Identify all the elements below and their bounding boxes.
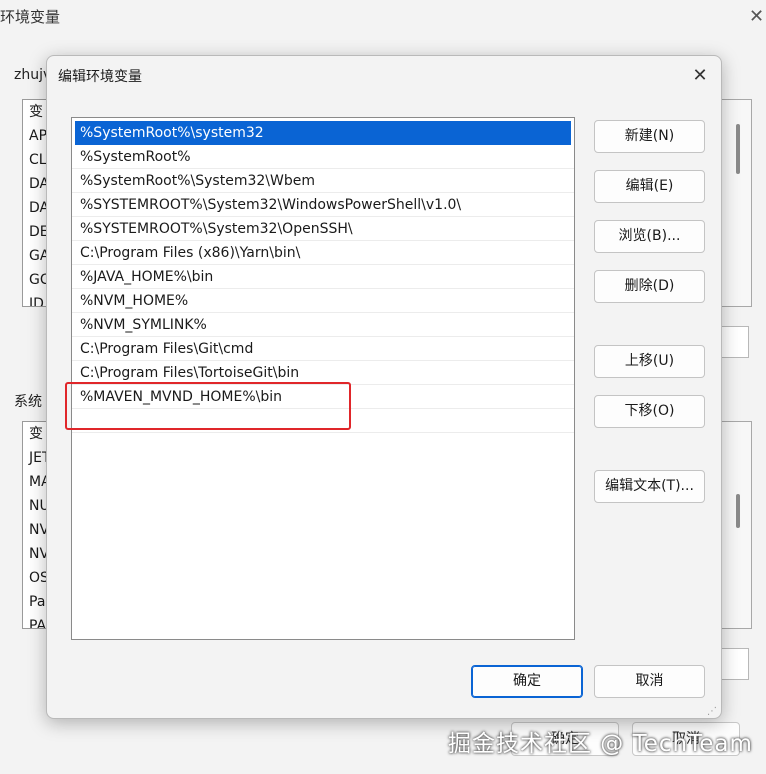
edit-env-variable-dialog: 编辑环境变量 ✕ %SystemRoot%\system32 %SystemRo… — [46, 55, 722, 719]
path-list[interactable]: %SystemRoot%\system32 %SystemRoot% %Syst… — [71, 117, 575, 640]
list-item[interactable]: MA — [23, 470, 46, 494]
path-item[interactable]: %SYSTEMROOT%\System32\OpenSSH\ — [72, 217, 574, 241]
dialog-title: 编辑环境变量 — [58, 69, 142, 85]
list-item[interactable]: DA — [23, 196, 46, 220]
system-variables-label: 系统 — [14, 394, 42, 410]
path-item[interactable]: C:\Program Files\Git\cmd — [72, 337, 574, 361]
cancel-button[interactable]: 取消 — [594, 665, 705, 698]
list-item[interactable]: DE — [23, 220, 46, 244]
scrollbar-thumb[interactable] — [736, 124, 740, 174]
highlight-annotation — [65, 382, 351, 430]
list-item[interactable]: 变 — [23, 422, 46, 446]
system-variables-scrollbar[interactable] — [722, 421, 752, 629]
move-up-button[interactable]: 上移(U) — [594, 345, 705, 378]
bg-close-icon[interactable]: ✕ — [749, 6, 764, 27]
path-item[interactable]: %NVM_HOME% — [72, 289, 574, 313]
list-item[interactable]: OS — [23, 566, 46, 590]
delete-button[interactable]: 删除(D) — [594, 270, 705, 303]
list-item[interactable]: CL — [23, 148, 46, 172]
list-item[interactable]: ID — [23, 292, 46, 306]
bg-button-edge[interactable] — [722, 326, 749, 358]
path-item[interactable]: %SystemRoot%\System32\Wbem — [72, 169, 574, 193]
browse-button[interactable]: 浏览(B)... — [594, 220, 705, 253]
list-item[interactable]: DA — [23, 172, 46, 196]
list-item[interactable]: NV — [23, 542, 46, 566]
list-item[interactable]: PA — [23, 614, 46, 628]
list-item[interactable]: NU — [23, 494, 46, 518]
path-item[interactable]: %SYSTEMROOT%\System32\WindowsPowerShell\… — [72, 193, 574, 217]
new-button[interactable]: 新建(N) — [594, 120, 705, 153]
list-item[interactable]: NV — [23, 518, 46, 542]
bg-button-edge[interactable] — [722, 648, 749, 680]
list-item[interactable]: GC — [23, 268, 46, 292]
bg-window-title: 环境变量 — [0, 8, 61, 26]
path-item[interactable]: %SystemRoot% — [72, 145, 574, 169]
ok-button[interactable]: 确定 — [471, 665, 583, 698]
move-down-button[interactable]: 下移(O) — [594, 395, 705, 428]
path-item[interactable]: %SystemRoot%\system32 — [75, 121, 571, 145]
close-icon[interactable]: ✕ — [687, 64, 713, 88]
edit-button[interactable]: 编辑(E) — [594, 170, 705, 203]
list-item[interactable]: 变 — [23, 100, 46, 124]
path-item[interactable]: %NVM_SYMLINK% — [72, 313, 574, 337]
list-item[interactable]: GA — [23, 244, 46, 268]
user-variables-scrollbar[interactable] — [722, 99, 752, 307]
watermark: 掘金技术社区 @ TechTeam — [448, 731, 753, 757]
edit-text-button[interactable]: 编辑文本(T)... — [594, 470, 705, 503]
list-item[interactable]: AP — [23, 124, 46, 148]
resize-grip-icon[interactable]: ⋰ — [707, 706, 717, 717]
system-variables-list[interactable]: 变 JET MA NU NV NV OS Pa PA — [22, 421, 46, 629]
path-item[interactable]: C:\Program Files (x86)\Yarn\bin\ — [72, 241, 574, 265]
path-item[interactable]: %JAVA_HOME%\bin — [72, 265, 574, 289]
list-item[interactable]: JET — [23, 446, 46, 470]
user-variables-list[interactable]: 变 AP CL DA DA DE GA GC ID — [22, 99, 46, 307]
scrollbar-thumb[interactable] — [736, 494, 740, 528]
list-item[interactable]: Pa — [23, 590, 46, 614]
